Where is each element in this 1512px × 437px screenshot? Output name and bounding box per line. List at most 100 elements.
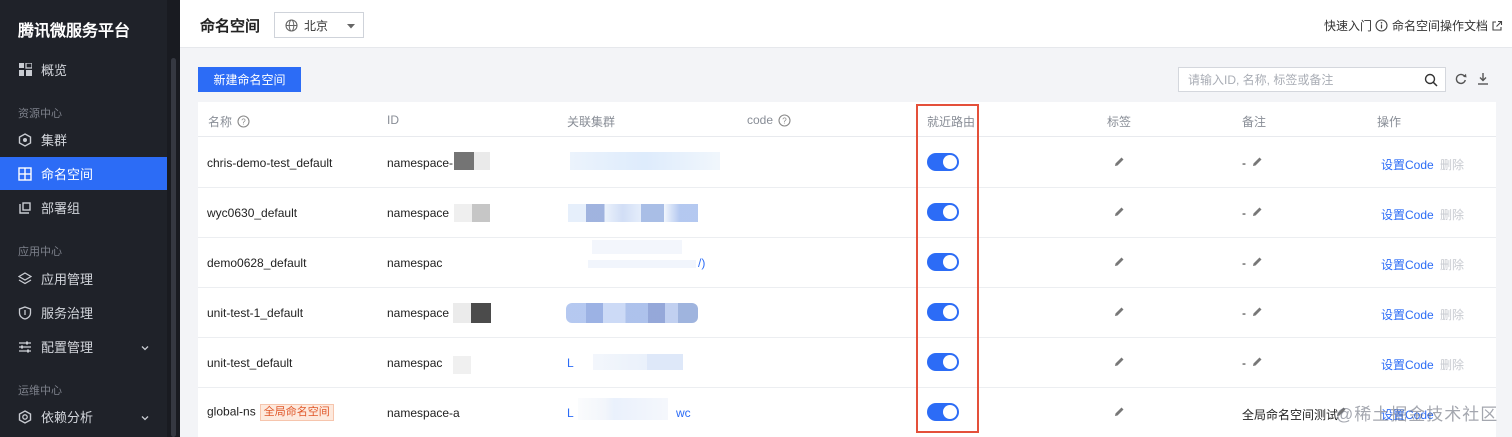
sidebar-item-namespace[interactable]: 命名空间 [0,157,167,190]
namespace-name: unit-test-1_default [207,306,304,320]
redacted-block [454,152,474,170]
new-namespace-button[interactable]: 新建命名空间 [198,67,301,92]
scrollbar-thumb[interactable] [171,58,176,437]
nearby-routing-toggle[interactable] [927,303,959,321]
namespace-name: demo0628_default [207,256,307,270]
column-header-nearby-routing: 就近路由 [927,115,976,129]
sidebar-item-deploy-group[interactable]: 部署组 [0,191,167,224]
set-code-link[interactable]: 设置Code [1381,306,1434,323]
namespace-name: wyc0630_default [207,206,298,220]
redacted-block [471,303,491,323]
refresh-icon[interactable] [1454,72,1467,88]
edit-tag-icon[interactable] [1114,356,1125,370]
toggle-knob [943,405,957,419]
sidebar-item-cluster[interactable]: 集群 [0,123,167,156]
svg-text:?: ? [782,116,787,125]
delete-link: 删除 [1440,358,1465,372]
edit-remark-icon[interactable] [1252,356,1263,370]
cluster-link[interactable]: /) [698,256,705,270]
edit-remark-icon[interactable] [1252,306,1263,320]
sidebar-group-ops: 运维中心 [18,385,62,397]
docs-link[interactable]: 命名空间操作文档 [1392,17,1503,34]
edit-remark-icon[interactable] [1252,256,1263,270]
delete-link: 删除 [1440,208,1465,222]
sidebar-item-overview[interactable]: 概览 [0,53,167,86]
grid-icon [18,63,32,77]
namespace-name: global-ns [207,404,256,419]
help-icon[interactable]: ? [778,113,791,127]
region-select[interactable]: 北京 [274,12,364,38]
namespace-name-cell: global-ns 全局命名空间 [207,404,334,421]
set-code-link[interactable]: 设置Code [1381,156,1434,173]
search-input[interactable] [1179,68,1415,91]
namespace-id: namespac [387,256,443,270]
column-header-code: code ? [747,113,791,127]
redacted-block [453,356,471,374]
nearby-routing-toggle[interactable] [927,353,959,371]
dependency-icon [18,409,32,424]
column-header-name: 名称 ? [208,113,250,130]
namespace-id: namespace- [387,156,454,170]
sidebar-item-label: 服务治理 [41,306,94,321]
edit-remark-icon[interactable] [1252,206,1263,220]
table-row: unit-test-1_default namespace - 设置Code 删… [198,288,1496,338]
cluster-link[interactable]: wc [676,406,691,420]
toggle-knob [943,355,957,369]
external-link-icon [1492,20,1503,31]
nearby-routing-toggle[interactable] [927,253,959,271]
redacted-block [592,240,682,254]
nearby-routing-toggle[interactable] [927,203,959,221]
redacted-block [593,354,683,370]
edit-tag-icon[interactable] [1114,306,1125,320]
column-header-cluster: 关联集群 [567,115,616,129]
redacted-block [566,303,698,323]
sidebar-item-dependency-analysis[interactable]: 依赖分析 [0,400,167,433]
namespace-name: chris-demo-test_default [207,156,333,170]
sidebar-item-app-management[interactable]: 应用管理 [0,262,167,295]
set-code-link[interactable]: 设置Code [1381,356,1434,373]
edit-tag-icon[interactable] [1114,406,1125,420]
caret-down-icon [346,20,356,34]
remark-value: - [1242,256,1246,270]
redacted-block [568,204,698,222]
sidebar-scrollbar[interactable] [167,0,180,437]
help-icon[interactable]: ? [237,115,250,128]
download-icon[interactable] [1477,72,1489,88]
delete-link: 删除 [1440,258,1465,272]
cluster-link[interactable]: L [567,356,574,370]
sidebar-item-label: 命名空间 [41,167,94,182]
nearby-routing-toggle[interactable] [927,403,959,421]
edit-remark-icon[interactable] [1252,156,1263,170]
remark-value: - [1242,156,1246,170]
namespace-id: namespac [387,356,443,370]
remark-value: - [1242,206,1246,220]
namespace-table: 名称 ? ID 关联集群 code ? 就近路由 标签 备注 操作 chris-… [198,102,1496,437]
page-title: 命名空间 [200,18,261,35]
layers-icon [18,271,32,286]
global-namespace-badge: 全局命名空间 [259,404,334,421]
delete-link: 删除 [1440,158,1465,172]
sidebar-item-service-governance[interactable]: 服务治理 [0,296,167,329]
sidebar-item-label: 应用管理 [41,272,94,287]
search-icon[interactable] [1424,73,1438,90]
page-header: 命名空间 北京 快速入门 命名空间操作文档 [180,0,1512,48]
edit-tag-icon[interactable] [1114,206,1125,220]
sidebar-item-label: 依赖分析 [41,410,94,425]
table-row: demo0628_default namespac /) - 设置Code 删除 [198,238,1496,288]
column-header-remark: 备注 [1242,115,1267,129]
column-header-action: 操作 [1377,115,1402,129]
cluster-link-prefix[interactable]: L [567,406,574,420]
edit-tag-icon[interactable] [1114,156,1125,170]
quick-start-link[interactable]: 快速入门 [1324,17,1388,34]
namespace-icon [18,166,32,181]
sidebar-item-config-management[interactable]: 配置管理 [0,330,167,363]
sidebar-item-label: 集群 [41,133,68,148]
edit-tag-icon[interactable] [1114,256,1125,270]
column-header-id: ID [387,113,399,127]
set-code-link[interactable]: 设置Code [1381,256,1434,273]
nearby-routing-toggle[interactable] [927,153,959,171]
toggle-knob [943,155,957,169]
table-row: wyc0630_default namespace - 设置Code 删除 [198,188,1496,238]
set-code-link[interactable]: 设置Code [1381,206,1434,223]
remark-value: - [1242,306,1246,320]
